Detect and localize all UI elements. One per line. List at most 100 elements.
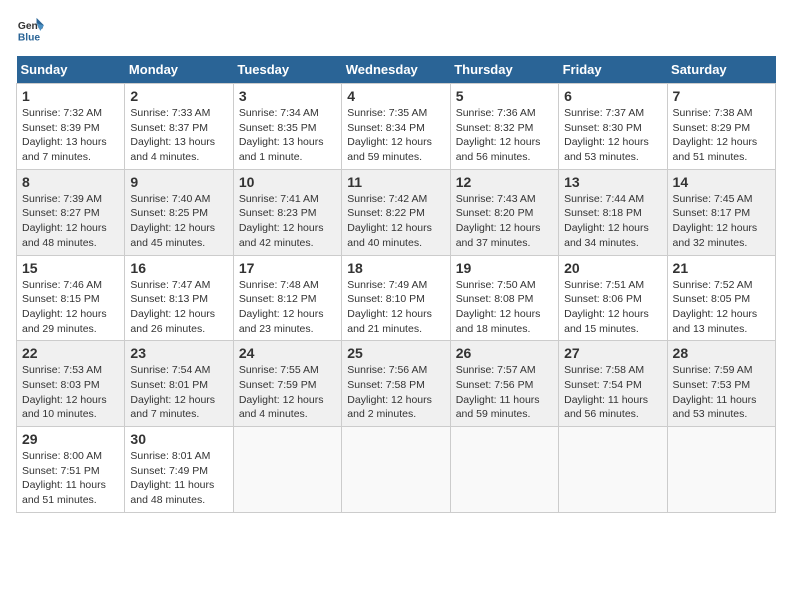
day-number: 6: [564, 88, 661, 104]
calendar-cell: 16 Sunrise: 7:47 AMSunset: 8:13 PMDayligh…: [125, 255, 233, 341]
calendar-cell: [559, 427, 667, 513]
day-info: Sunrise: 8:00 AMSunset: 7:51 PMDaylight:…: [22, 449, 119, 508]
day-number: 3: [239, 88, 336, 104]
day-info: Sunrise: 7:56 AMSunset: 7:58 PMDaylight:…: [347, 363, 444, 422]
day-info: Sunrise: 7:44 AMSunset: 8:18 PMDaylight:…: [564, 192, 661, 251]
day-number: 9: [130, 174, 227, 190]
calendar-cell: 7 Sunrise: 7:38 AMSunset: 8:29 PMDaylight…: [667, 84, 775, 170]
col-header-monday: Monday: [125, 56, 233, 84]
calendar-cell: 12 Sunrise: 7:43 AMSunset: 8:20 PMDayligh…: [450, 169, 558, 255]
calendar-cell: 26 Sunrise: 7:57 AMSunset: 7:56 PMDayligh…: [450, 341, 558, 427]
day-info: Sunrise: 7:33 AMSunset: 8:37 PMDaylight:…: [130, 106, 227, 165]
day-info: Sunrise: 7:39 AMSunset: 8:27 PMDaylight:…: [22, 192, 119, 251]
day-number: 23: [130, 345, 227, 361]
col-header-saturday: Saturday: [667, 56, 775, 84]
day-info: Sunrise: 7:47 AMSunset: 8:13 PMDaylight:…: [130, 278, 227, 337]
day-info: Sunrise: 7:58 AMSunset: 7:54 PMDaylight:…: [564, 363, 661, 422]
day-number: 25: [347, 345, 444, 361]
day-number: 7: [673, 88, 770, 104]
calendar-cell: 23 Sunrise: 7:54 AMSunset: 8:01 PMDayligh…: [125, 341, 233, 427]
day-info: Sunrise: 7:55 AMSunset: 7:59 PMDaylight:…: [239, 363, 336, 422]
day-info: Sunrise: 7:59 AMSunset: 7:53 PMDaylight:…: [673, 363, 770, 422]
week-row-4: 22Sunrise: 7:53 AMSunset: 8:03 PMDayligh…: [17, 341, 776, 427]
day-info: Sunrise: 7:45 AMSunset: 8:17 PMDaylight:…: [673, 192, 770, 251]
calendar-cell: 19Sunrise: 7:50 AMSunset: 8:08 PMDayligh…: [450, 255, 558, 341]
calendar-cell: 1Sunrise: 7:32 AMSunset: 8:39 PMDaylight…: [17, 84, 125, 170]
calendar-cell: 22Sunrise: 7:53 AMSunset: 8:03 PMDayligh…: [17, 341, 125, 427]
calendar-cell: 10 Sunrise: 7:41 AMSunset: 8:23 PMDayligh…: [233, 169, 341, 255]
calendar-cell: 8 Sunrise: 7:39 AMSunset: 8:27 PMDaylight…: [17, 169, 125, 255]
col-header-tuesday: Tuesday: [233, 56, 341, 84]
calendar-cell: 28 Sunrise: 7:59 AMSunset: 7:53 PMDayligh…: [667, 341, 775, 427]
logo: General Blue: [16, 16, 48, 44]
day-info: Sunrise: 7:34 AMSunset: 8:35 PMDaylight:…: [239, 106, 336, 165]
col-header-thursday: Thursday: [450, 56, 558, 84]
day-info: Sunrise: 7:35 AMSunset: 8:34 PMDaylight:…: [347, 106, 444, 165]
calendar-cell: 24Sunrise: 7:55 AMSunset: 7:59 PMDayligh…: [233, 341, 341, 427]
calendar-cell: 9 Sunrise: 7:40 AMSunset: 8:25 PMDaylight…: [125, 169, 233, 255]
day-number: 4: [347, 88, 444, 104]
day-number: 10: [239, 174, 336, 190]
day-info: Sunrise: 7:54 AMSunset: 8:01 PMDaylight:…: [130, 363, 227, 422]
calendar-cell: [342, 427, 450, 513]
calendar-cell: 13Sunrise: 7:44 AMSunset: 8:18 PMDayligh…: [559, 169, 667, 255]
calendar-cell: 15Sunrise: 7:46 AMSunset: 8:15 PMDayligh…: [17, 255, 125, 341]
day-info: Sunrise: 8:01 AMSunset: 7:49 PMDaylight:…: [130, 449, 227, 508]
calendar-cell: 3 Sunrise: 7:34 AMSunset: 8:35 PMDaylight…: [233, 84, 341, 170]
col-header-wednesday: Wednesday: [342, 56, 450, 84]
col-header-sunday: Sunday: [17, 56, 125, 84]
logo-icon: General Blue: [16, 16, 44, 44]
day-number: 30: [130, 431, 227, 447]
day-info: Sunrise: 7:57 AMSunset: 7:56 PMDaylight:…: [456, 363, 553, 422]
day-info: Sunrise: 7:40 AMSunset: 8:25 PMDaylight:…: [130, 192, 227, 251]
day-info: Sunrise: 7:49 AMSunset: 8:10 PMDaylight:…: [347, 278, 444, 337]
calendar-cell: 5 Sunrise: 7:36 AMSunset: 8:32 PMDaylight…: [450, 84, 558, 170]
day-number: 14: [673, 174, 770, 190]
calendar-cell: [233, 427, 341, 513]
calendar-cell: 6 Sunrise: 7:37 AMSunset: 8:30 PMDaylight…: [559, 84, 667, 170]
day-number: 12: [456, 174, 553, 190]
calendar-table: SundayMondayTuesdayWednesdayThursdayFrid…: [16, 56, 776, 513]
calendar-cell: [450, 427, 558, 513]
day-number: 5: [456, 88, 553, 104]
day-number: 8: [22, 174, 119, 190]
svg-text:Blue: Blue: [18, 32, 41, 43]
day-number: 29: [22, 431, 119, 447]
calendar-cell: 18 Sunrise: 7:49 AMSunset: 8:10 PMDayligh…: [342, 255, 450, 341]
day-info: Sunrise: 7:36 AMSunset: 8:32 PMDaylight:…: [456, 106, 553, 165]
day-info: Sunrise: 7:38 AMSunset: 8:29 PMDaylight:…: [673, 106, 770, 165]
day-number: 11: [347, 174, 444, 190]
day-info: Sunrise: 7:37 AMSunset: 8:30 PMDaylight:…: [564, 106, 661, 165]
calendar-cell: 4 Sunrise: 7:35 AMSunset: 8:34 PMDaylight…: [342, 84, 450, 170]
week-row-2: 8 Sunrise: 7:39 AMSunset: 8:27 PMDaylight…: [17, 169, 776, 255]
page-header: General Blue: [16, 16, 776, 44]
day-number: 1: [22, 88, 119, 104]
day-number: 18: [347, 260, 444, 276]
day-number: 28: [673, 345, 770, 361]
day-number: 17: [239, 260, 336, 276]
calendar-cell: 27 Sunrise: 7:58 AMSunset: 7:54 PMDayligh…: [559, 341, 667, 427]
day-number: 22: [22, 345, 119, 361]
day-info: Sunrise: 7:46 AMSunset: 8:15 PMDaylight:…: [22, 278, 119, 337]
day-number: 27: [564, 345, 661, 361]
day-number: 26: [456, 345, 553, 361]
calendar-cell: 2Sunrise: 7:33 AMSunset: 8:37 PMDaylight…: [125, 84, 233, 170]
calendar-cell: 29 Sunrise: 8:00 AMSunset: 7:51 PMDayligh…: [17, 427, 125, 513]
calendar-cell: 21 Sunrise: 7:52 AMSunset: 8:05 PMDayligh…: [667, 255, 775, 341]
week-row-3: 15Sunrise: 7:46 AMSunset: 8:15 PMDayligh…: [17, 255, 776, 341]
day-number: 21: [673, 260, 770, 276]
week-row-1: 1Sunrise: 7:32 AMSunset: 8:39 PMDaylight…: [17, 84, 776, 170]
day-info: Sunrise: 7:51 AMSunset: 8:06 PMDaylight:…: [564, 278, 661, 337]
day-number: 20: [564, 260, 661, 276]
calendar-cell: 17 Sunrise: 7:48 AMSunset: 8:12 PMDayligh…: [233, 255, 341, 341]
day-number: 16: [130, 260, 227, 276]
day-info: Sunrise: 7:41 AMSunset: 8:23 PMDaylight:…: [239, 192, 336, 251]
calendar-cell: 11 Sunrise: 7:42 AMSunset: 8:22 PMDayligh…: [342, 169, 450, 255]
day-info: Sunrise: 7:52 AMSunset: 8:05 PMDaylight:…: [673, 278, 770, 337]
calendar-cell: 30 Sunrise: 8:01 AMSunset: 7:49 PMDayligh…: [125, 427, 233, 513]
calendar-cell: 25 Sunrise: 7:56 AMSunset: 7:58 PMDayligh…: [342, 341, 450, 427]
day-info: Sunrise: 7:43 AMSunset: 8:20 PMDaylight:…: [456, 192, 553, 251]
day-info: Sunrise: 7:48 AMSunset: 8:12 PMDaylight:…: [239, 278, 336, 337]
day-info: Sunrise: 7:42 AMSunset: 8:22 PMDaylight:…: [347, 192, 444, 251]
calendar-cell: [667, 427, 775, 513]
